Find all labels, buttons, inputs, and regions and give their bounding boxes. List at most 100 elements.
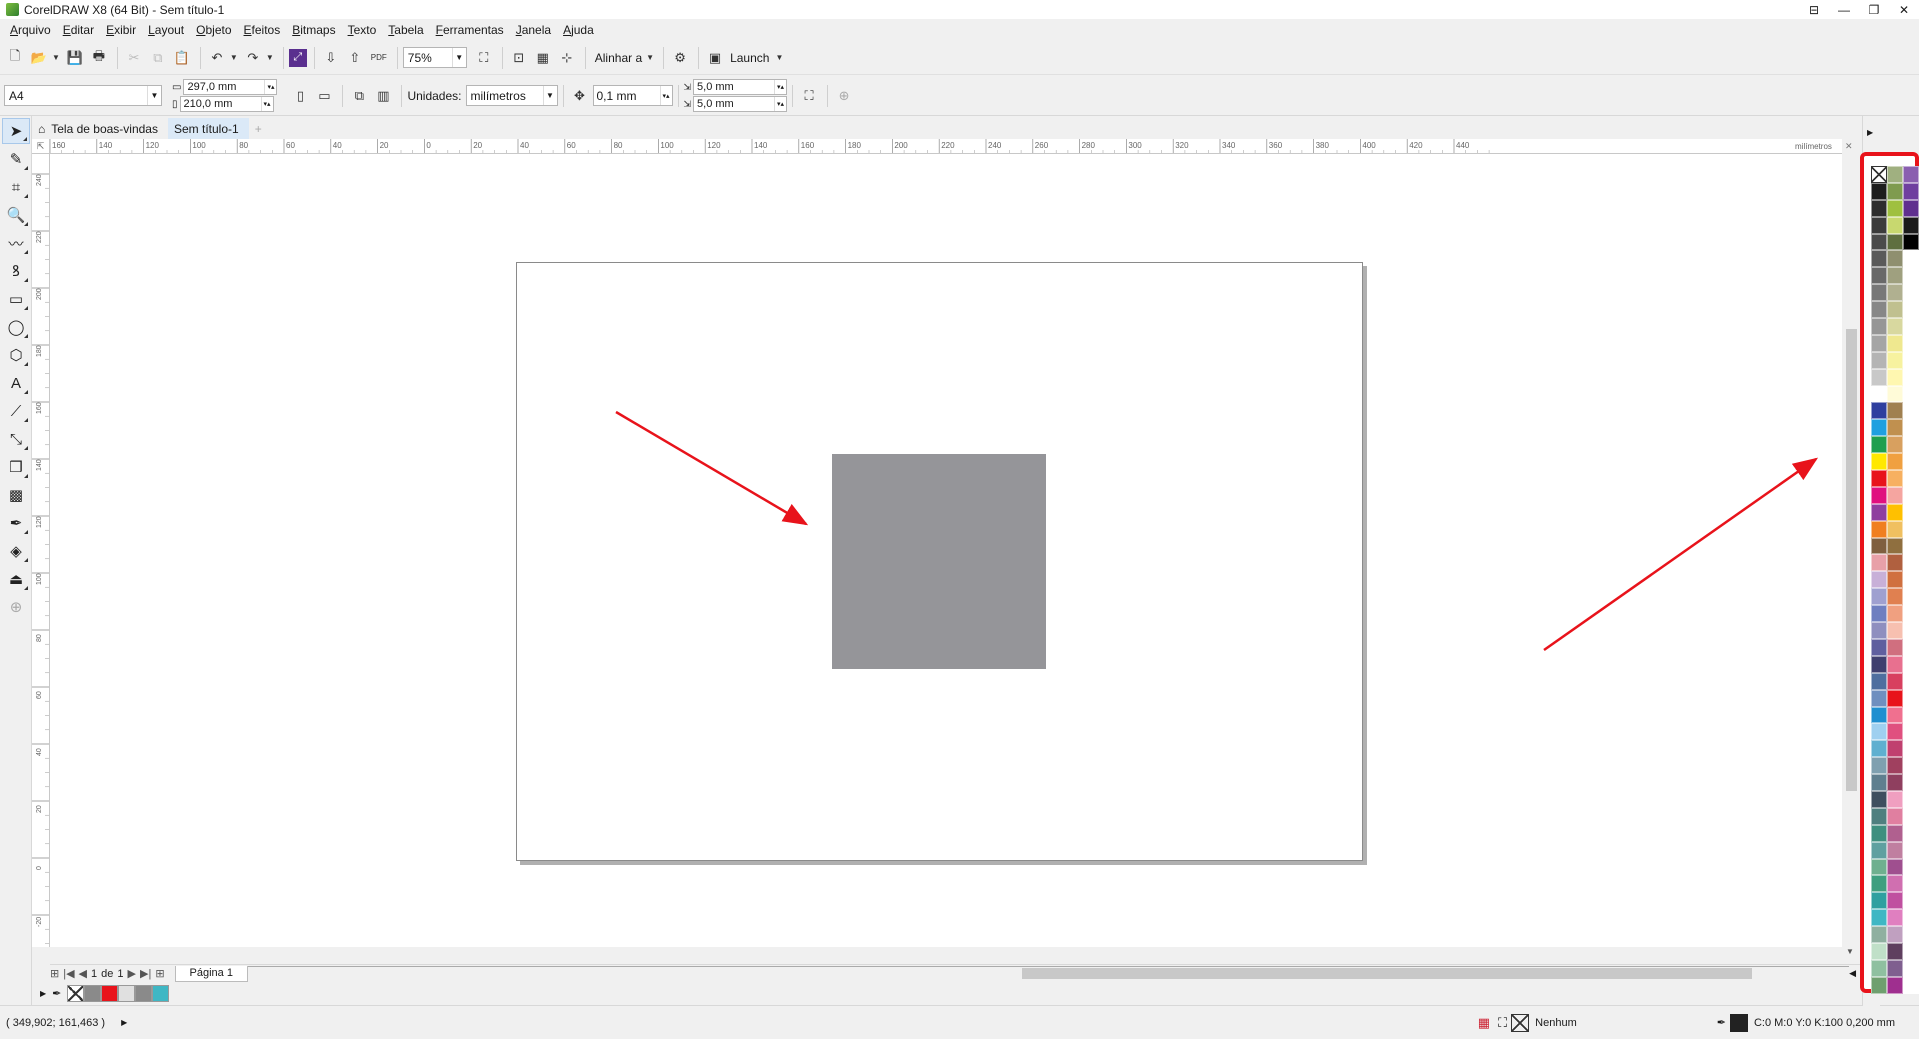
- palette-swatch[interactable]: [1871, 385, 1887, 403]
- fill-bucket-icon[interactable]: ⛶: [1498, 1015, 1507, 1031]
- palette-swatch[interactable]: [1887, 774, 1903, 791]
- palette-swatch[interactable]: [1903, 672, 1919, 690]
- palette-swatch[interactable]: [1887, 723, 1903, 741]
- palette-swatch[interactable]: [1887, 790, 1903, 808]
- palette-swatch[interactable]: [1871, 588, 1887, 606]
- palette-swatch[interactable]: [1887, 959, 1903, 977]
- palette-swatch[interactable]: [1903, 892, 1919, 910]
- palette-swatch[interactable]: [1903, 486, 1919, 504]
- palette-swatch[interactable]: [1871, 368, 1887, 386]
- palette-swatch[interactable]: [1903, 368, 1919, 386]
- horizontal-scroll-thumb[interactable]: [1022, 968, 1752, 979]
- palette-swatch[interactable]: [1887, 976, 1903, 994]
- palette-swatch[interactable]: [1871, 757, 1887, 775]
- palette-swatch[interactable]: [1871, 638, 1887, 656]
- palette-swatch[interactable]: [1887, 588, 1903, 606]
- palette-swatch[interactable]: [1903, 824, 1919, 842]
- palette-swatch[interactable]: [1903, 250, 1919, 268]
- palette-swatch[interactable]: [1903, 942, 1919, 960]
- palette-swatch[interactable]: [1903, 301, 1919, 319]
- palette-swatch[interactable]: [1887, 689, 1903, 707]
- palette-swatch[interactable]: [1887, 199, 1903, 217]
- palette-swatch[interactable]: [1887, 402, 1903, 420]
- palette-swatch[interactable]: [1887, 503, 1903, 521]
- add-page-before-icon[interactable]: ⊞: [50, 967, 59, 980]
- palette-swatch[interactable]: [1903, 976, 1919, 994]
- palette-swatch[interactable]: [1903, 723, 1919, 741]
- palette-swatch[interactable]: [1871, 453, 1887, 471]
- palette-swatch[interactable]: [1903, 807, 1919, 825]
- palette-swatch[interactable]: [1871, 267, 1887, 285]
- last-page-icon[interactable]: ▶|: [140, 967, 151, 980]
- palette-swatch[interactable]: [1887, 655, 1903, 673]
- prev-page-icon[interactable]: ◀: [79, 967, 87, 980]
- palette-swatch[interactable]: [1903, 166, 1919, 183]
- scroll-down-icon[interactable]: ▼: [1846, 947, 1854, 956]
- palette-swatch[interactable]: [1871, 520, 1887, 538]
- palette-swatch[interactable]: [1903, 757, 1919, 775]
- palette-swatch[interactable]: [1903, 909, 1919, 927]
- palette-swatch[interactable]: [1871, 926, 1887, 943]
- palette-swatch[interactable]: [1871, 503, 1887, 521]
- palette-swatch[interactable]: [1871, 723, 1887, 741]
- palette-swatch[interactable]: [1871, 976, 1887, 994]
- palette-swatch[interactable]: [1903, 875, 1919, 893]
- scroll-left-icon[interactable]: ◀: [1849, 968, 1856, 979]
- palette-swatch[interactable]: [1871, 875, 1887, 893]
- palette-swatch[interactable]: [1871, 909, 1887, 927]
- palette-swatch[interactable]: [1887, 419, 1903, 437]
- palette-swatch[interactable]: [1887, 807, 1903, 825]
- document-palette-swatch[interactable]: [135, 984, 153, 1002]
- palette-swatch[interactable]: [1903, 841, 1919, 859]
- outline-pen-icon[interactable]: ✒: [1717, 1016, 1726, 1029]
- palette-swatch[interactable]: [1903, 520, 1919, 538]
- palette-swatch[interactable]: [1903, 334, 1919, 352]
- palette-swatch[interactable]: [1871, 790, 1887, 808]
- add-page-after-icon[interactable]: ⊞: [155, 967, 164, 980]
- palette-swatch[interactable]: [1903, 588, 1919, 606]
- palette-swatch[interactable]: [1887, 622, 1903, 639]
- palette-swatch[interactable]: [1871, 774, 1887, 791]
- palette-swatch[interactable]: [1871, 419, 1887, 437]
- first-page-icon[interactable]: |◀: [63, 967, 74, 980]
- status-expand-icon[interactable]: ▶: [121, 1018, 127, 1027]
- palette-swatch[interactable]: [1887, 841, 1903, 859]
- palette-swatch[interactable]: [1887, 605, 1903, 623]
- palette-swatch[interactable]: [1871, 182, 1887, 200]
- palette-swatch[interactable]: [1887, 554, 1903, 572]
- palette-swatch[interactable]: [1887, 706, 1903, 724]
- palette-swatch[interactable]: [1903, 706, 1919, 724]
- palette-swatch[interactable]: [1887, 368, 1903, 386]
- palette-swatch[interactable]: [1887, 166, 1903, 183]
- document-palette-swatch[interactable]: [67, 984, 85, 1002]
- palette-swatch[interactable]: [1871, 486, 1887, 504]
- palette-swatch[interactable]: [1887, 453, 1903, 471]
- palette-swatch[interactable]: [1887, 672, 1903, 690]
- palette-swatch[interactable]: [1903, 858, 1919, 876]
- palette-swatch[interactable]: [1887, 233, 1903, 251]
- palette-swatch[interactable]: [1871, 233, 1887, 251]
- palette-swatch[interactable]: [1903, 740, 1919, 758]
- palette-swatch[interactable]: [1887, 892, 1903, 910]
- palette-swatch[interactable]: [1903, 926, 1919, 943]
- palette-swatch[interactable]: [1887, 537, 1903, 555]
- palette-swatch[interactable]: [1903, 774, 1919, 791]
- palette-swatch[interactable]: [1903, 199, 1919, 217]
- fill-color-icon[interactable]: ▦: [1478, 1015, 1490, 1031]
- palette-swatch[interactable]: [1871, 892, 1887, 910]
- palette-swatch[interactable]: [1887, 858, 1903, 876]
- palette-swatch[interactable]: [1887, 740, 1903, 758]
- palette-swatch[interactable]: [1903, 182, 1919, 200]
- palette-swatch[interactable]: [1871, 605, 1887, 623]
- palette-swatch[interactable]: [1887, 926, 1903, 943]
- palette-swatch[interactable]: [1887, 942, 1903, 960]
- palette-swatch[interactable]: [1887, 250, 1903, 268]
- palette-swatch[interactable]: [1871, 655, 1887, 673]
- palette-swatch[interactable]: [1903, 385, 1919, 403]
- eyedropper-icon[interactable]: ✒: [52, 987, 61, 1000]
- palette-swatch[interactable]: [1871, 318, 1887, 335]
- palette-swatch[interactable]: [1903, 284, 1919, 302]
- palette-swatch[interactable]: [1887, 351, 1903, 369]
- document-palette-swatch[interactable]: [101, 984, 119, 1002]
- palette-swatch[interactable]: [1887, 385, 1903, 403]
